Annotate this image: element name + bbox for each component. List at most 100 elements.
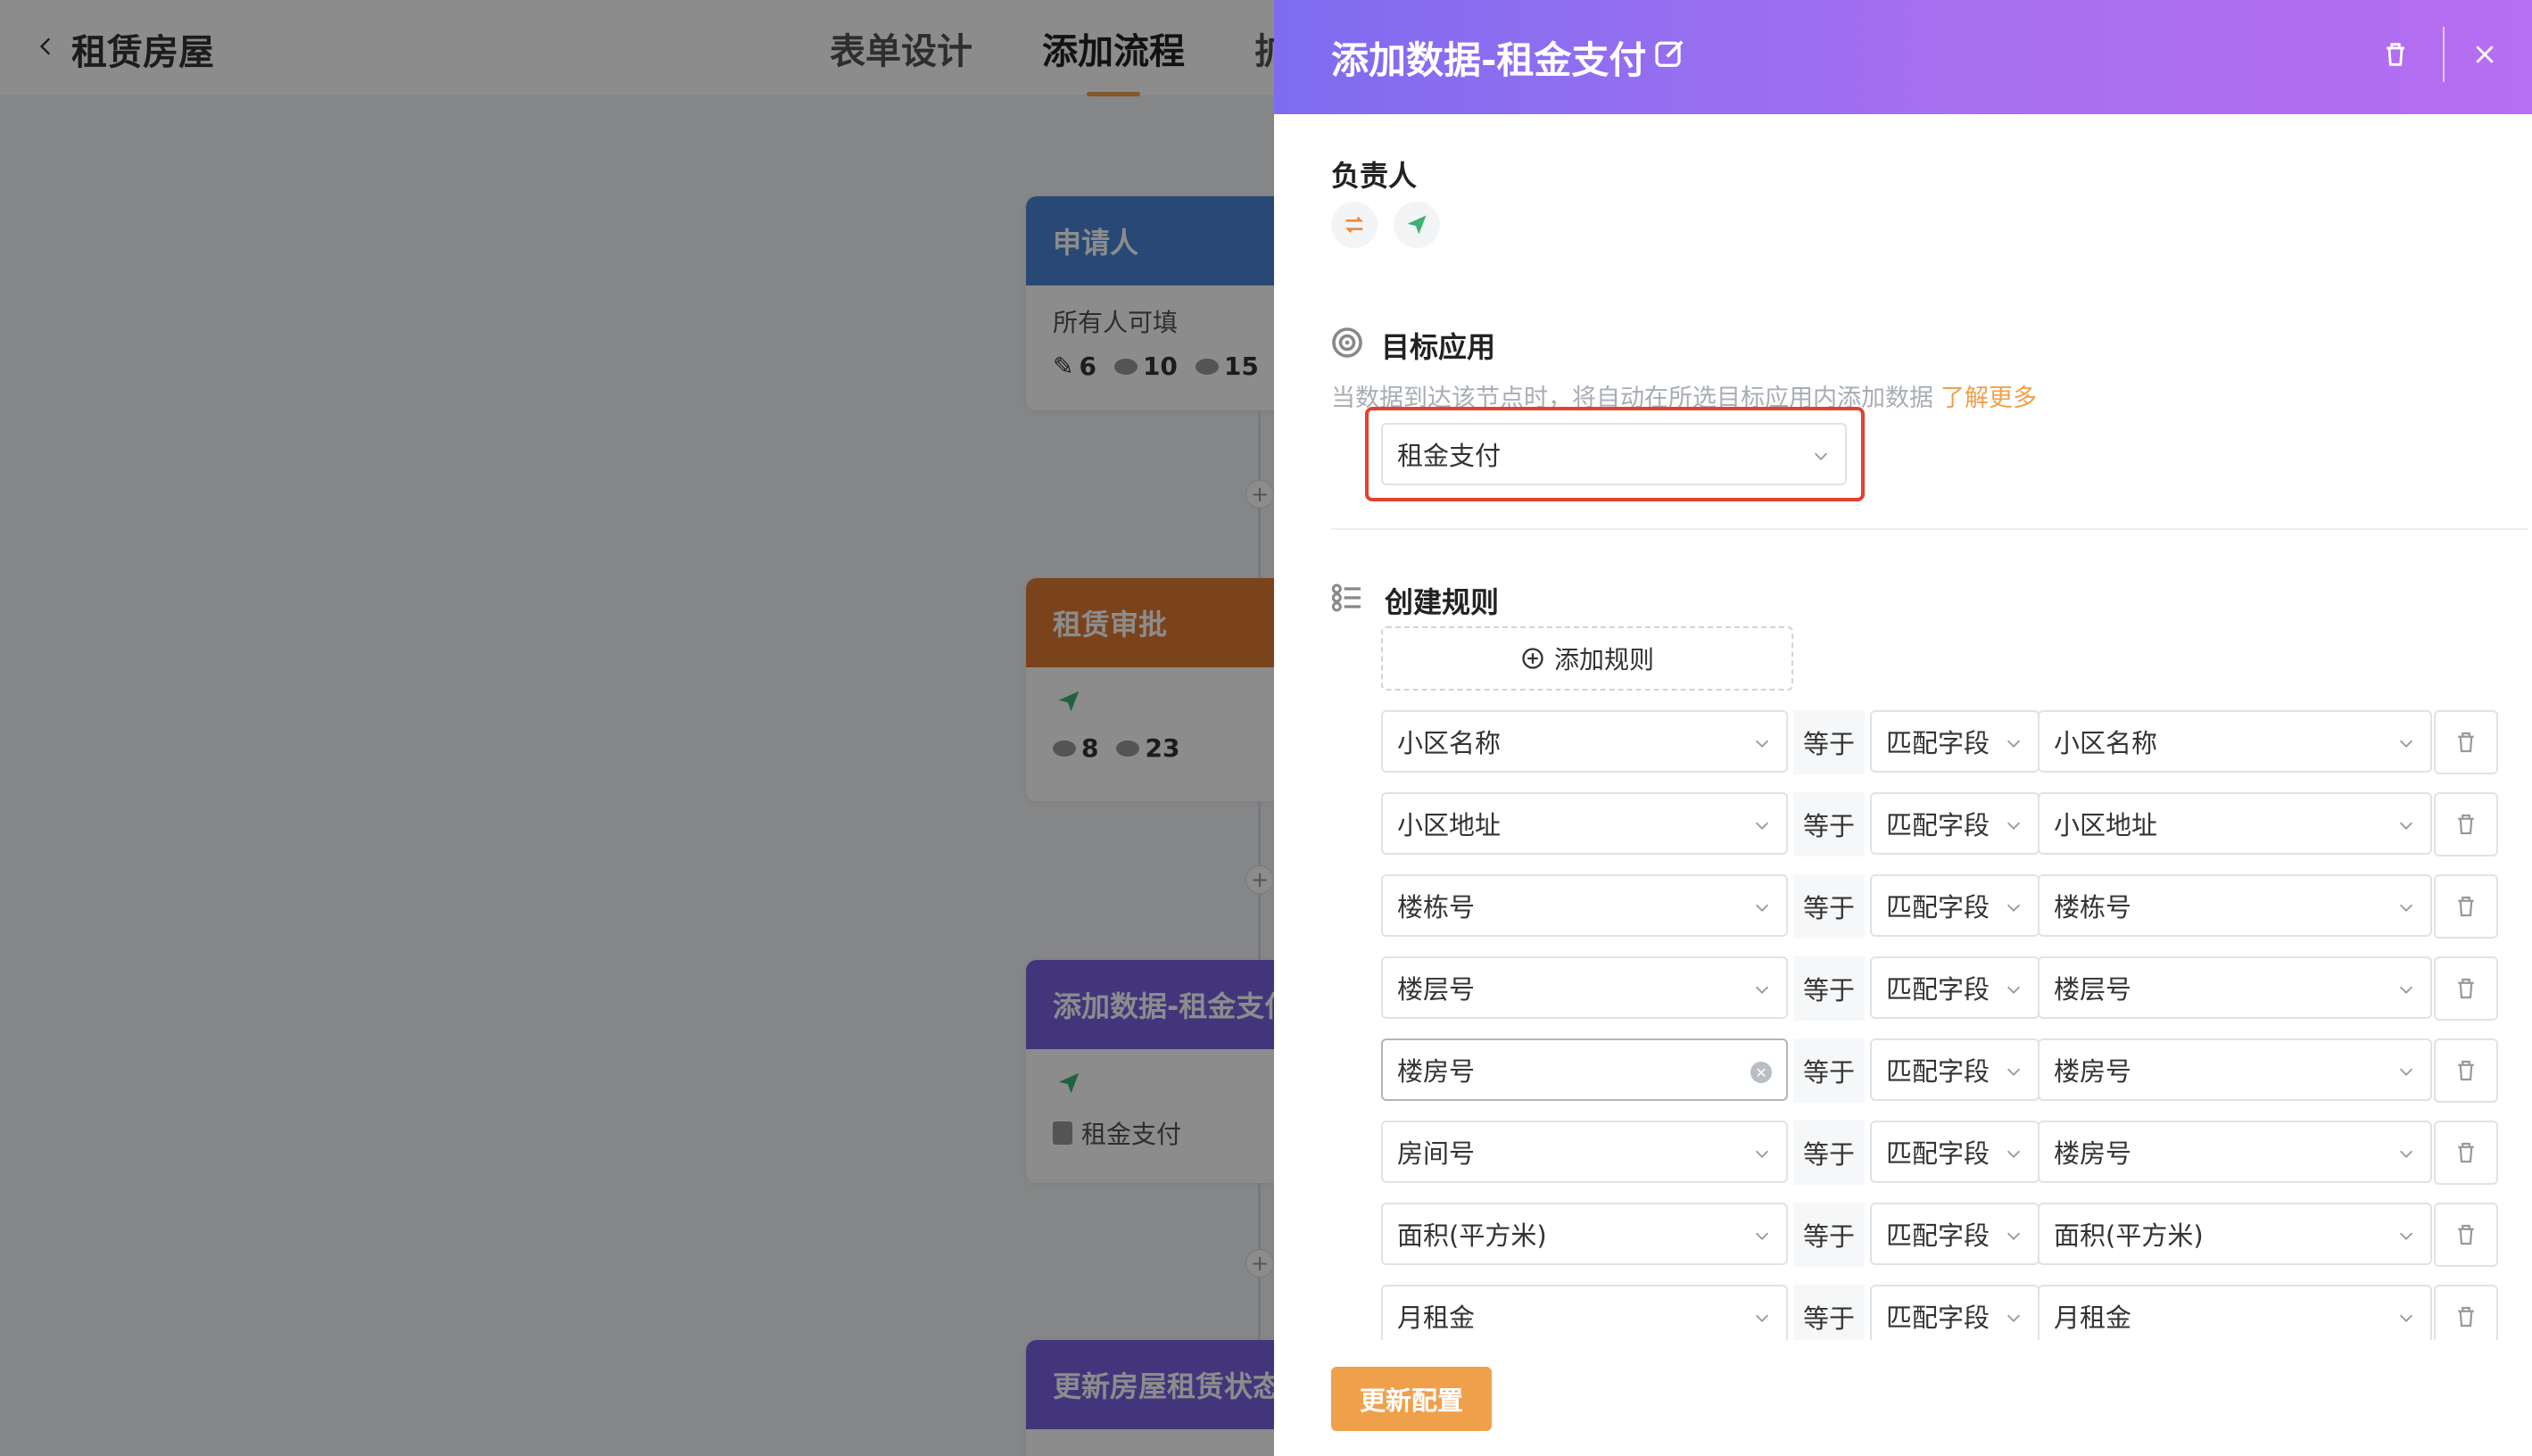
trash-icon xyxy=(2458,732,2474,753)
rule-mode-select[interactable]: 匹配字段 xyxy=(1870,792,2040,855)
select-value: 匹配字段 xyxy=(1886,892,1990,922)
equals-label: 等于 xyxy=(1793,792,1865,856)
select-value: 面积(平方米) xyxy=(1397,1220,1547,1251)
chevron-down-icon xyxy=(2399,904,2413,912)
send-owner-button[interactable] xyxy=(1394,202,1440,248)
chevron-down-icon xyxy=(2007,1314,2021,1322)
trash-icon xyxy=(2458,978,2474,999)
delete-rule-button[interactable] xyxy=(2434,1121,2498,1185)
select-value: 小区名称 xyxy=(2054,728,2158,758)
rule-field-select[interactable]: 小区名称 xyxy=(1381,710,1788,773)
delete-node-button[interactable] xyxy=(2375,34,2416,75)
chevron-down-icon xyxy=(2007,1232,2021,1240)
select-value: 楼房号 xyxy=(1397,1056,1476,1087)
equals-label: 等于 xyxy=(1793,956,1865,1021)
select-value: 月租金 xyxy=(1397,1303,1476,1333)
chevron-down-icon xyxy=(2399,822,2413,830)
rule-mode-select[interactable]: 匹配字段 xyxy=(1870,710,2040,773)
rule-field-select[interactable]: 面积(平方米) xyxy=(1381,1203,1788,1265)
select-value: 月租金 xyxy=(2054,1303,2132,1333)
chevron-down-icon xyxy=(1755,1232,1769,1240)
section-divider xyxy=(1331,528,2528,530)
chevron-down-icon xyxy=(1755,822,1769,830)
chevron-down-icon xyxy=(1755,986,1769,994)
select-value: 房间号 xyxy=(1397,1138,1476,1169)
rule-target-select[interactable]: 小区名称 xyxy=(2038,710,2432,773)
select-value: 匹配字段 xyxy=(1886,1303,1990,1333)
close-button[interactable] xyxy=(2464,34,2505,75)
rule-target-select[interactable]: 面积(平方米) xyxy=(2038,1203,2432,1265)
rule-field-select[interactable]: 房间号 xyxy=(1381,1121,1788,1183)
rule-target-select[interactable]: 楼房号 xyxy=(2038,1121,2432,1183)
select-value: 楼栋号 xyxy=(2054,892,2132,922)
rule-mode-select[interactable]: 匹配字段 xyxy=(1870,874,2040,937)
rule-field-select[interactable]: 楼层号 xyxy=(1381,956,1788,1019)
send-icon xyxy=(1407,215,1427,235)
learn-more-link[interactable]: 了解更多 xyxy=(1940,385,2037,412)
edit-title-icon[interactable] xyxy=(1652,36,1688,71)
rule-target-select[interactable]: 楼栋号 xyxy=(2038,874,2432,937)
delete-rule-button[interactable] xyxy=(2434,874,2498,939)
chevron-down-icon xyxy=(1755,904,1769,912)
trash-icon xyxy=(2387,43,2404,66)
rule-target-select[interactable]: 小区地址 xyxy=(2038,792,2432,855)
rule-mode-select[interactable]: 匹配字段 xyxy=(1870,1203,2040,1265)
select-value: 楼房号 xyxy=(2054,1138,2132,1169)
list-icon xyxy=(1331,583,1361,612)
rule-target-select[interactable]: 楼层号 xyxy=(2038,956,2432,1019)
select-value: 面积(平方米) xyxy=(2054,1220,2204,1251)
drawer-title: 添加数据-租金支付 xyxy=(1331,38,1647,82)
trash-icon xyxy=(2458,1224,2474,1245)
equals-label: 等于 xyxy=(1793,1038,1865,1103)
delete-rule-button[interactable] xyxy=(2434,1038,2498,1103)
update-config-button[interactable]: 更新配置 xyxy=(1331,1367,1492,1431)
chevron-down-icon xyxy=(1755,1314,1769,1322)
select-value: 楼层号 xyxy=(1397,974,1476,1005)
delete-rule-button[interactable] xyxy=(2434,1203,2498,1267)
rule-field-select[interactable]: 月租金 xyxy=(1381,1285,1788,1347)
rule-field-select[interactable]: 楼栋号 xyxy=(1381,874,1788,937)
chevron-down-icon xyxy=(2007,822,2021,830)
rule-mode-select[interactable]: 匹配字段 xyxy=(1870,1121,2040,1183)
plus-circle-icon xyxy=(1522,648,1543,669)
chevron-down-icon xyxy=(2399,986,2413,994)
select-value: 楼栋号 xyxy=(1397,892,1476,922)
chevron-down-icon xyxy=(2399,1232,2413,1240)
target-app-select[interactable]: 租金支付 xyxy=(1381,423,1847,485)
swap-icon xyxy=(1345,216,1364,234)
chevron-down-icon xyxy=(2007,904,2021,912)
delete-rule-button[interactable] xyxy=(2434,956,2498,1021)
chevron-down-icon xyxy=(1755,1150,1769,1158)
drawer-footer: 更新配置 xyxy=(1274,1340,2532,1456)
add-rule-button[interactable]: 添加规则 xyxy=(1381,626,1793,691)
delete-rule-button[interactable] xyxy=(2434,792,2498,856)
rules-label: 创建规则 xyxy=(1385,585,1500,619)
equals-label: 等于 xyxy=(1793,1121,1865,1185)
select-value: 小区地址 xyxy=(2054,810,2158,840)
rule-field-select[interactable]: 小区地址 xyxy=(1381,792,1788,855)
chevron-down-icon xyxy=(1814,452,1828,460)
chevron-down-icon xyxy=(2399,1150,2413,1158)
chevron-down-icon xyxy=(2007,986,2021,994)
rule-target-select[interactable]: 楼房号 xyxy=(2038,1038,2432,1101)
switch-owner-button[interactable] xyxy=(1331,202,1378,248)
rule-mode-select[interactable]: 匹配字段 xyxy=(1870,1285,2040,1347)
rule-field-select[interactable]: 楼房号 ✕ xyxy=(1381,1038,1788,1101)
trash-icon xyxy=(2458,1060,2474,1081)
trash-icon xyxy=(2458,1142,2474,1163)
header-divider xyxy=(2443,27,2445,82)
add-rule-label: 添加规则 xyxy=(1553,645,1654,674)
rule-target-select[interactable]: 月租金 xyxy=(2038,1285,2432,1347)
chevron-down-icon xyxy=(2399,1068,2413,1076)
delete-rule-button[interactable] xyxy=(2434,710,2498,774)
rule-mode-select[interactable]: 匹配字段 xyxy=(1870,956,2040,1019)
equals-label: 等于 xyxy=(1793,874,1865,939)
rule-mode-select[interactable]: 匹配字段 xyxy=(1870,1038,2040,1101)
clear-icon[interactable]: ✕ xyxy=(1750,1062,1772,1083)
equals-label: 等于 xyxy=(1793,1203,1865,1267)
select-value: 楼层号 xyxy=(2054,974,2132,1005)
trash-icon xyxy=(2458,1306,2474,1328)
trash-icon xyxy=(2458,814,2474,835)
chevron-down-icon xyxy=(2399,740,2413,748)
owner-label: 负责人 xyxy=(1331,159,1418,193)
